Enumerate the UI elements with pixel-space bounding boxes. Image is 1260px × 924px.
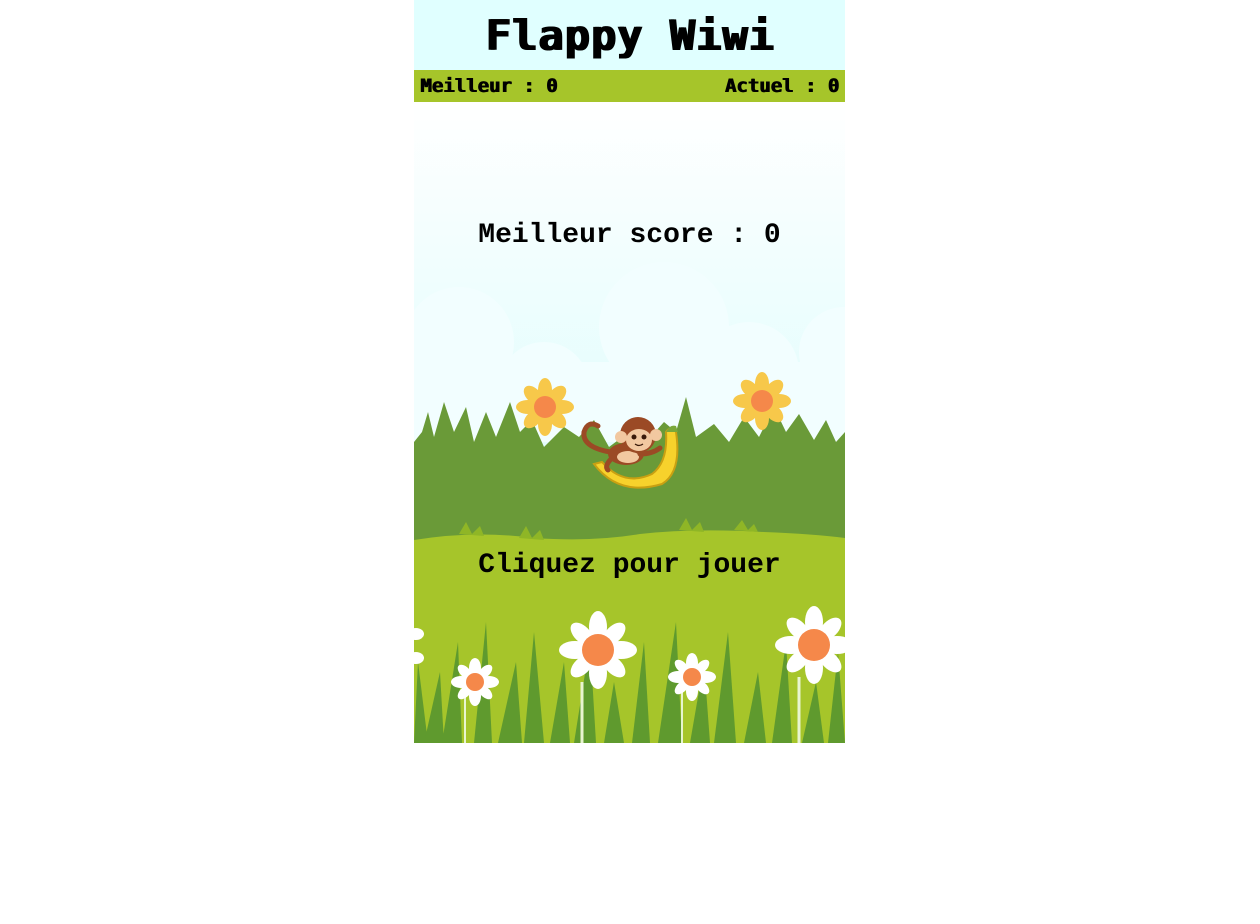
- best-score-label: Meilleur : 0: [420, 75, 558, 97]
- game-title: Flappy Wiwi: [484, 10, 775, 60]
- best-score-overlay: Meilleur score : 0: [478, 220, 781, 251]
- game-canvas[interactable]: Meilleur score : 0 Cliquez pour jouer: [414, 102, 845, 743]
- click-to-play-prompt[interactable]: Cliquez pour jouer: [414, 550, 845, 581]
- game-app: Flappy Wiwi Meilleur : 0 Actuel : 0 Meil…: [414, 0, 845, 743]
- game-background: [414, 102, 845, 743]
- score-bar: Meilleur : 0 Actuel : 0: [414, 70, 845, 102]
- title-bar: Flappy Wiwi: [414, 0, 845, 70]
- current-score-label: Actuel : 0: [724, 75, 839, 97]
